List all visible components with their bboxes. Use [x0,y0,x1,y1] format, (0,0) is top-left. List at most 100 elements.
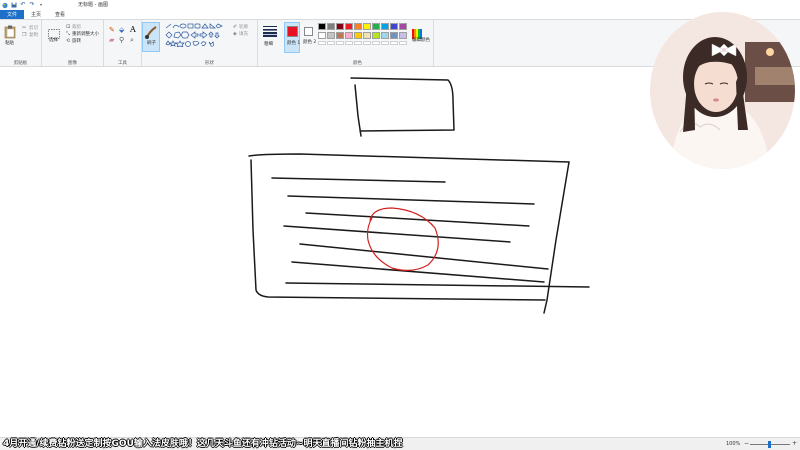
palette-swatch[interactable] [318,32,326,39]
custom-color-slot[interactable] [327,41,335,45]
text-tool-icon[interactable]: A [130,25,136,34]
clipboard-group-label: 剪贴板 [13,61,28,66]
custom-color-slot[interactable] [318,41,326,45]
palette-swatch[interactable] [354,23,362,30]
colors-group-label: 颜色 [353,61,362,66]
paint-app-icon [2,2,8,8]
dropdown-icon[interactable]: ▾ [38,2,44,8]
color2-swatch [304,27,313,36]
palette-swatch[interactable] [345,23,353,30]
palette-swatch[interactable] [372,32,380,39]
zoom-in-icon[interactable]: + [792,440,797,447]
shapes-group: ✐ 轮廓 ◈ 填充 形状 [162,20,258,67]
palette-swatch[interactable] [363,32,371,39]
color1-button[interactable]: 颜色 1 [284,22,300,53]
brush-label: 刷子 [147,41,156,46]
edit-colors-label[interactable]: 编辑颜色 [412,37,430,43]
shapes-gallery[interactable] [165,23,233,47]
magnifier-icon[interactable]: ⌕ [130,36,134,45]
title-bar: ↶ ↷ ▾ 无标题 - 画图 [0,0,800,10]
tools-group: ✎ ⬙ A ▰ ⚲ ⌕ 工具 [104,20,142,67]
palette-swatch[interactable] [390,32,398,39]
pencil-icon[interactable]: ✎ [109,26,115,34]
tab-home-label: 主页 [31,12,42,18]
cut-label[interactable]: 剪切 [29,25,38,31]
copy-label[interactable]: 复制 [29,32,38,38]
color2-button[interactable]: 颜色 2 [302,22,316,53]
paint-window: ↶ ↷ ▾ 无标题 - 画图 文件 主页 查看 粘贴 ✂ 剪切 ❐ 复制 剪贴板 [0,0,800,450]
custom-color-slot[interactable] [336,41,344,45]
palette-swatch[interactable] [354,32,362,39]
fill-label[interactable]: 填充 [239,31,248,37]
save-icon[interactable] [11,2,17,8]
ribbon-tabs: 文件 主页 查看 [0,10,800,19]
select-label[interactable]: 选择 [49,37,58,43]
custom-color-slot[interactable] [345,41,353,45]
image-group: 选择 ⊡ 裁剪 ⤡ 重新调整大小 ⟲ 旋转 图像 [42,20,104,67]
palette-swatch[interactable] [399,23,407,30]
brush-button[interactable]: 刷子 [142,22,160,52]
outline-icon[interactable]: ✐ [233,24,237,30]
line-weight-icon [263,26,277,37]
clipboard-group: 粘贴 ✂ 剪切 ❐ 复制 剪贴板 [0,20,42,67]
text-line-4 [283,225,511,243]
window-title: 无标题 - 画图 [78,2,108,8]
fill-icon[interactable]: ◈ [233,31,237,37]
color-palette [318,23,418,45]
color1-swatch [287,26,298,37]
image-group-label: 图像 [68,61,77,66]
palette-swatch[interactable] [381,32,389,39]
eraser-icon[interactable]: ▰ [109,36,114,44]
big-box-top-stroke [248,153,570,163]
cut-icon[interactable]: ✂ [22,25,26,31]
redo-icon[interactable]: ↷ [29,2,35,8]
zoom-slider-thumb[interactable] [768,441,771,448]
size-button[interactable]: 粗细 [260,22,280,54]
tab-home[interactable]: 主页 [24,10,48,19]
custom-color-slot[interactable] [390,41,398,45]
text-line-2 [287,195,535,205]
color1-label: 颜色 1 [287,41,301,46]
bottom-status-bar: 4月开通/续费钻粉送定制按GOU输入法皮肤哦！这几天斗鱼还有冲钻活动~明天直播间… [0,437,800,450]
crop-label[interactable]: 裁剪 [72,24,81,30]
text-line-7 [285,282,590,288]
size-label: 粗细 [264,42,273,47]
copy-icon[interactable]: ❐ [22,32,26,38]
zoom-level: 100% [726,441,741,447]
custom-color-slot[interactable] [363,41,371,45]
palette-swatch[interactable] [327,23,335,30]
undo-icon[interactable]: ↶ [20,2,26,8]
palette-swatch[interactable] [399,32,407,39]
palette-swatch[interactable] [372,23,380,30]
small-box-stroke [350,77,455,132]
fill-bucket-icon[interactable]: ⬙ [119,26,124,34]
color2-label: 颜色 2 [303,40,317,45]
tab-view[interactable]: 查看 [48,10,72,19]
tab-file[interactable]: 文件 [0,10,25,19]
zoom-out-icon[interactable]: − [744,440,749,447]
palette-swatch[interactable] [318,23,326,30]
palette-swatch[interactable] [381,23,389,30]
palette-swatch[interactable] [363,23,371,30]
palette-swatch[interactable] [327,32,335,39]
resize-label[interactable]: 重新调整大小 [72,31,99,37]
quick-access-toolbar: ↶ ↷ ▾ [0,2,44,8]
rotate-label[interactable]: 旋转 [72,38,81,44]
custom-color-slot[interactable] [399,41,407,45]
promo-banner-text: 4月开通/续费钻粉送定制按GOU输入法皮肤哦！这几天斗鱼还有冲钻活动~明天直播间… [3,439,403,449]
rotate-icon[interactable]: ⟲ [66,38,70,44]
palette-swatch[interactable] [390,23,398,30]
palette-swatch[interactable] [336,32,344,39]
resize-icon[interactable]: ⤡ [66,31,70,37]
color-picker-icon[interactable]: ⚲ [119,36,124,44]
paste-label[interactable]: 粘贴 [5,40,14,46]
crop-icon[interactable]: ⊡ [66,24,70,30]
palette-swatch[interactable] [345,32,353,39]
streamer-webcam-overlay [650,12,795,169]
palette-swatch[interactable] [336,23,344,30]
outline-label[interactable]: 轮廓 [239,24,248,30]
custom-color-slot[interactable] [381,41,389,45]
streamer-avatar-image [650,12,795,169]
custom-color-slot[interactable] [372,41,380,45]
custom-color-slot[interactable] [354,41,362,45]
